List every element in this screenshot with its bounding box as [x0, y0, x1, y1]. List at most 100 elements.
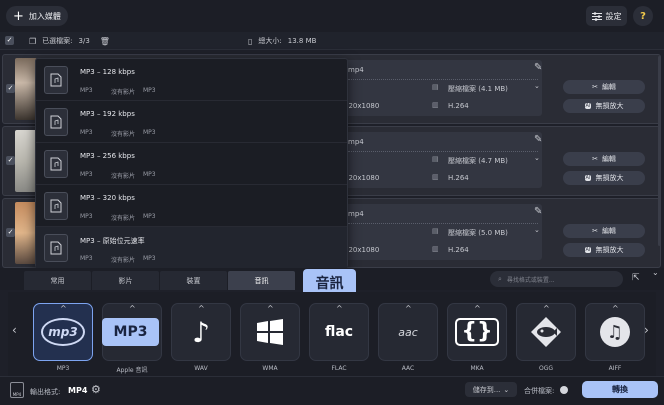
preset-item[interactable]: MP3 – 320 kbps MP3 沒有影片 MP3: [36, 185, 347, 227]
tab-device[interactable]: 裝置: [160, 271, 227, 290]
preset-video: 沒有影片: [111, 257, 136, 264]
upscale-label: 無損放大: [595, 102, 624, 110]
audio-file-icon: [44, 150, 68, 178]
export-icon[interactable]: ⇱: [632, 273, 640, 283]
compress-label[interactable]: 壓縮檔案 (5.0 MB): [448, 228, 508, 238]
edit-button[interactable]: ✂ 編輯: [563, 80, 645, 94]
edit-button[interactable]: ✂ 編輯: [563, 152, 645, 166]
output-format: mp4: [348, 66, 364, 74]
resolution: 920x1080: [344, 246, 380, 254]
help-button[interactable]: ?: [633, 6, 653, 26]
output-format-value[interactable]: MP4: [68, 386, 87, 395]
preset-codec: MP3: [80, 129, 93, 136]
divider: [348, 151, 538, 152]
mp3-icon: mp3: [41, 318, 85, 346]
preset-item[interactable]: MP3 – 原始位元速率 MP3 沒有影片 MP3: [36, 227, 347, 269]
file-checkbox[interactable]: ✓: [6, 84, 15, 93]
upscale-button[interactable]: AI 無損放大: [563, 171, 645, 185]
preset-item[interactable]: MP3 – 256 kbps MP3 沒有影片 MP3: [36, 143, 347, 185]
chevron-down-icon: ⌄: [503, 385, 510, 394]
gear-icon[interactable]: ⚙: [91, 383, 101, 396]
scissors-icon: ✂: [592, 83, 598, 91]
merge-files-toggle[interactable]: [560, 386, 568, 394]
file-checkbox[interactable]: ✓: [6, 156, 15, 165]
divider: [348, 79, 538, 80]
compress-label[interactable]: 壓縮檔案 (4.7 MB): [448, 156, 508, 166]
ai-icon: AI: [584, 103, 592, 109]
chevron-left-icon[interactable]: ‹: [12, 323, 17, 337]
format-preset-dropdown: MP3 – 128 kbps MP3 沒有影片 MP3 MP3 – 192 kb…: [35, 58, 348, 269]
chevron-up-icon: ^: [198, 304, 205, 313]
preset-title: MP3 – 320 kbps: [80, 194, 135, 202]
format-search-input[interactable]: ⌕ 尋找格式或裝置...: [490, 271, 623, 287]
chevron-down-icon[interactable]: ⌄: [534, 226, 540, 234]
chevron-down-icon[interactable]: ⌄: [652, 268, 659, 277]
ai-icon: AI: [584, 175, 592, 181]
chevron-up-icon: ^: [267, 304, 274, 313]
preset-codec: MP3: [80, 171, 93, 178]
scrollbar[interactable]: [658, 56, 661, 246]
mka-icon: {}: [455, 317, 499, 347]
video-thumbnail[interactable]: [15, 202, 37, 264]
trash-icon[interactable]: 🗑: [100, 37, 110, 46]
chevron-up-icon: ^: [129, 304, 136, 313]
format-flac[interactable]: ^ flac: [309, 303, 369, 361]
preset-item[interactable]: MP3 – 128 kbps MP3 沒有影片 MP3: [36, 59, 347, 101]
preset-title: MP3 – 128 kbps: [80, 68, 135, 76]
format-mka[interactable]: ^ {}: [447, 303, 507, 361]
format-ogg[interactable]: ^: [516, 303, 576, 361]
sliders-icon: [591, 11, 602, 21]
compress-label[interactable]: 壓縮檔案 (4.1 MB): [448, 84, 508, 94]
tab-common[interactable]: 常用: [24, 271, 91, 290]
select-all-checkbox[interactable]: ✓: [5, 36, 14, 45]
save-to-dropdown[interactable]: 儲存到... ⌄: [465, 382, 517, 397]
chevron-down-icon[interactable]: ⌄: [534, 154, 540, 162]
total-size-label: 總大小:: [258, 37, 282, 45]
upscale-button[interactable]: AI 無損放大: [563, 99, 645, 113]
preset-title: MP3 – 192 kbps: [80, 110, 135, 118]
file-checkbox[interactable]: ✓: [6, 228, 15, 237]
tab-audio[interactable]: 音訊: [228, 271, 295, 290]
upscale-label: 無損放大: [595, 246, 624, 254]
audio-file-icon: [44, 234, 68, 262]
format-label: MP3: [56, 365, 70, 372]
codec: H.264: [448, 174, 469, 182]
mp3-callout: MP3: [102, 318, 159, 346]
settings-button[interactable]: 設定: [586, 6, 627, 26]
video-thumbnail[interactable]: [15, 58, 37, 120]
edit-button[interactable]: ✂ 編輯: [563, 224, 645, 238]
format-aac[interactable]: ^ aac: [378, 303, 438, 361]
edit-output-icon[interactable]: ✎: [534, 134, 542, 145]
chevron-up-icon: ^: [474, 304, 481, 313]
preset-audio: MP3: [143, 171, 156, 178]
preset-video: 沒有影片: [111, 89, 136, 96]
preset-audio: MP3: [143, 213, 156, 220]
preset-item[interactable]: MP3 – 192 kbps MP3 沒有影片 MP3: [36, 101, 347, 143]
convert-button[interactable]: 轉換: [582, 381, 658, 398]
top-bar: [0, 0, 664, 32]
divider: [348, 223, 538, 224]
preset-audio: MP3: [143, 255, 156, 262]
format-wav[interactable]: ^ ♪: [171, 303, 231, 361]
output-format: mp4: [348, 138, 364, 146]
edit-output-icon[interactable]: ✎: [534, 62, 542, 73]
preset-codec: MP3: [80, 213, 93, 220]
tab-video[interactable]: 影片: [92, 271, 159, 290]
edit-label: 編輯: [601, 227, 616, 235]
format-label: AIFF: [608, 365, 622, 372]
edit-label: 編輯: [601, 155, 616, 163]
upscale-button[interactable]: AI 無損放大: [563, 243, 645, 257]
add-media-button[interactable]: + 加入媒體: [6, 6, 68, 26]
ogg-fish-icon: [531, 317, 561, 347]
files-icon: ❐: [29, 36, 37, 46]
format-label: AAC: [401, 365, 415, 372]
format-aiff[interactable]: ^ ♫: [585, 303, 645, 361]
compress-icon: ▤: [432, 83, 439, 91]
video-thumbnail[interactable]: [15, 130, 37, 192]
format-mp3[interactable]: ^ mp3: [33, 303, 93, 361]
chevron-down-icon[interactable]: ⌄: [534, 82, 540, 90]
settings-label: 設定: [605, 11, 622, 21]
edit-output-icon[interactable]: ✎: [534, 206, 542, 217]
format-label: OGG: [538, 365, 554, 372]
format-wma[interactable]: ^: [240, 303, 300, 361]
